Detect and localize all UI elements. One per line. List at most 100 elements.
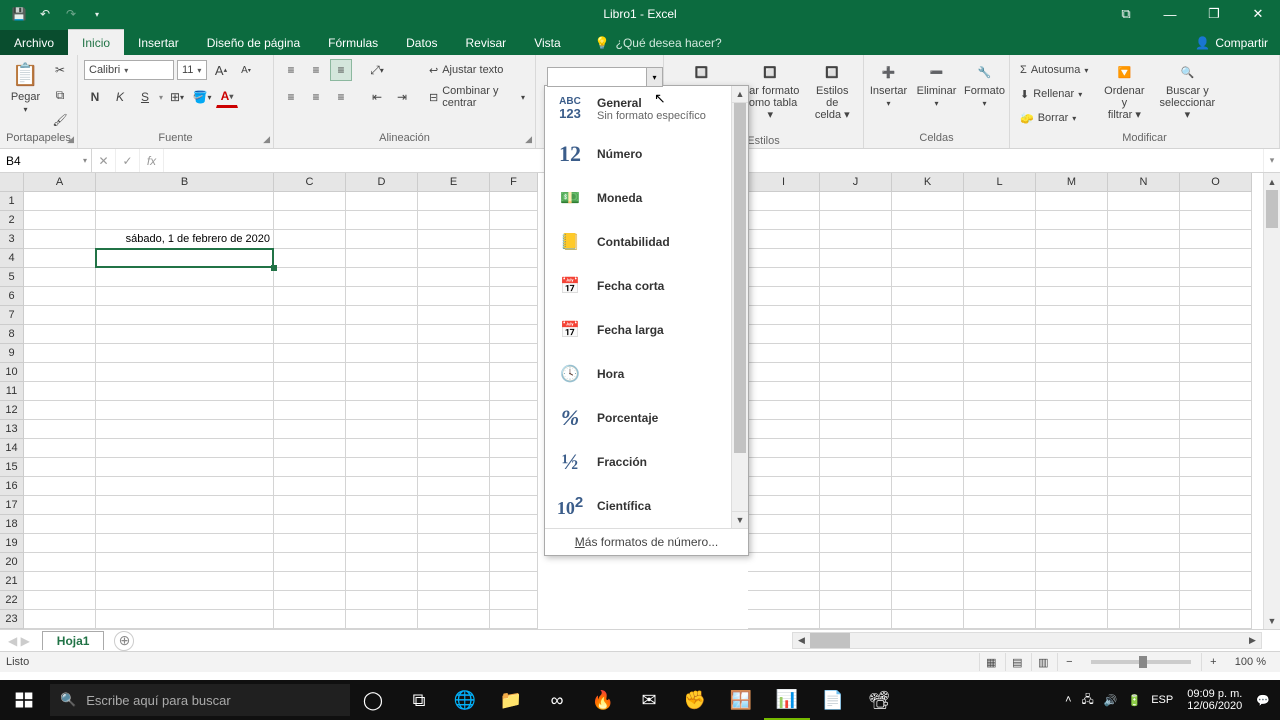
cell[interactable] bbox=[24, 572, 96, 591]
col-header[interactable]: E bbox=[418, 173, 490, 192]
cell[interactable] bbox=[892, 192, 964, 211]
cell[interactable] bbox=[964, 591, 1036, 610]
cell[interactable] bbox=[892, 344, 964, 363]
row-header[interactable]: 12 bbox=[0, 401, 24, 420]
row-header[interactable]: 15 bbox=[0, 458, 24, 477]
cell[interactable] bbox=[24, 382, 96, 401]
cell[interactable] bbox=[964, 477, 1036, 496]
cell[interactable] bbox=[820, 211, 892, 230]
cell[interactable] bbox=[274, 439, 346, 458]
cell[interactable] bbox=[1180, 458, 1252, 477]
cell[interactable] bbox=[24, 496, 96, 515]
cell[interactable] bbox=[274, 382, 346, 401]
format-item-fecha-larga[interactable]: 📅Fecha larga bbox=[545, 308, 731, 352]
cell[interactable] bbox=[346, 477, 418, 496]
cell[interactable] bbox=[748, 287, 820, 306]
cell[interactable] bbox=[490, 363, 538, 382]
cell-styles-button[interactable]: 🔲 Estilos decelda ▾ bbox=[808, 59, 857, 123]
cell[interactable] bbox=[418, 344, 490, 363]
cell[interactable] bbox=[1036, 553, 1108, 572]
col-header[interactable]: O bbox=[1180, 173, 1252, 192]
sheet-tab-hoja1[interactable]: Hoja1 bbox=[42, 631, 105, 650]
cell[interactable] bbox=[1108, 420, 1180, 439]
cell[interactable] bbox=[1180, 515, 1252, 534]
tray-up-icon[interactable]: ˄ bbox=[1061, 694, 1075, 706]
cell[interactable] bbox=[892, 610, 964, 629]
autosum-button[interactable]: ΣAutosuma▾ bbox=[1016, 59, 1092, 81]
cell[interactable] bbox=[892, 439, 964, 458]
cell[interactable] bbox=[748, 192, 820, 211]
cell[interactable] bbox=[418, 401, 490, 420]
cell[interactable] bbox=[892, 401, 964, 420]
cell[interactable] bbox=[892, 249, 964, 268]
cell[interactable] bbox=[1180, 192, 1252, 211]
cell[interactable] bbox=[24, 268, 96, 287]
more-formats-item[interactable]: Más formatos de número... bbox=[545, 528, 748, 555]
cell[interactable] bbox=[820, 230, 892, 249]
cell[interactable] bbox=[1108, 458, 1180, 477]
row-header[interactable]: 1 bbox=[0, 192, 24, 211]
cell[interactable] bbox=[964, 610, 1036, 629]
cell[interactable] bbox=[346, 363, 418, 382]
col-header[interactable]: A bbox=[24, 173, 96, 192]
cell[interactable] bbox=[820, 515, 892, 534]
insert-cells-button[interactable]: ➕ Insertar ▾ bbox=[867, 59, 911, 110]
name-box[interactable]: B4 ▾ bbox=[0, 149, 92, 172]
cell[interactable] bbox=[820, 477, 892, 496]
cell[interactable] bbox=[24, 230, 96, 249]
excel-icon[interactable]: 📊 bbox=[764, 680, 810, 720]
cell[interactable] bbox=[892, 572, 964, 591]
cell[interactable] bbox=[24, 192, 96, 211]
word-icon[interactable]: 📄 bbox=[810, 680, 856, 720]
vertical-scrollbar[interactable]: ▲ ▼ bbox=[1263, 173, 1280, 629]
cell[interactable] bbox=[748, 325, 820, 344]
cell[interactable] bbox=[96, 344, 274, 363]
cell[interactable] bbox=[748, 515, 820, 534]
cell[interactable] bbox=[1108, 306, 1180, 325]
cell[interactable] bbox=[418, 610, 490, 629]
align-top-button[interactable]: ≡ bbox=[280, 59, 302, 81]
cell[interactable] bbox=[490, 249, 538, 268]
tab-inicio[interactable]: Inicio bbox=[68, 29, 124, 55]
cell[interactable] bbox=[96, 268, 274, 287]
cell[interactable] bbox=[964, 515, 1036, 534]
dialog-launcher-icon[interactable]: ◢ bbox=[263, 134, 270, 145]
cell[interactable] bbox=[1108, 230, 1180, 249]
row-header[interactable]: 3 bbox=[0, 230, 24, 249]
cell[interactable] bbox=[96, 363, 274, 382]
cell[interactable] bbox=[490, 268, 538, 287]
cell[interactable] bbox=[1180, 230, 1252, 249]
mail-icon[interactable]: ✉ bbox=[626, 680, 672, 720]
cell[interactable] bbox=[418, 325, 490, 344]
tab-diseno[interactable]: Diseño de página bbox=[193, 30, 314, 55]
cell[interactable] bbox=[964, 287, 1036, 306]
cell[interactable] bbox=[418, 363, 490, 382]
cell[interactable] bbox=[820, 420, 892, 439]
cell[interactable] bbox=[1180, 477, 1252, 496]
paste-button[interactable]: 📋 Pegar ▾ bbox=[6, 59, 45, 116]
cell[interactable] bbox=[96, 515, 274, 534]
cell[interactable] bbox=[748, 268, 820, 287]
cell[interactable] bbox=[820, 306, 892, 325]
cell[interactable] bbox=[96, 420, 274, 439]
tab-revisar[interactable]: Revisar bbox=[452, 30, 521, 55]
cell[interactable] bbox=[1180, 572, 1252, 591]
cell[interactable] bbox=[892, 496, 964, 515]
cell[interactable] bbox=[418, 420, 490, 439]
cell[interactable] bbox=[1036, 572, 1108, 591]
col-header[interactable]: L bbox=[964, 173, 1036, 192]
cell[interactable] bbox=[96, 249, 274, 268]
format-item-moneda[interactable]: 💵Moneda bbox=[545, 176, 731, 220]
cell[interactable] bbox=[274, 458, 346, 477]
cell[interactable] bbox=[96, 192, 274, 211]
delete-cells-button[interactable]: ➖ Eliminar ▾ bbox=[915, 59, 959, 110]
cell[interactable] bbox=[418, 477, 490, 496]
align-center-button[interactable]: ≡ bbox=[305, 86, 327, 108]
cell[interactable] bbox=[418, 287, 490, 306]
cell[interactable] bbox=[274, 572, 346, 591]
cell[interactable] bbox=[1036, 306, 1108, 325]
cell[interactable] bbox=[1180, 439, 1252, 458]
row-header[interactable]: 11 bbox=[0, 382, 24, 401]
cell[interactable] bbox=[96, 306, 274, 325]
cell[interactable] bbox=[1108, 287, 1180, 306]
